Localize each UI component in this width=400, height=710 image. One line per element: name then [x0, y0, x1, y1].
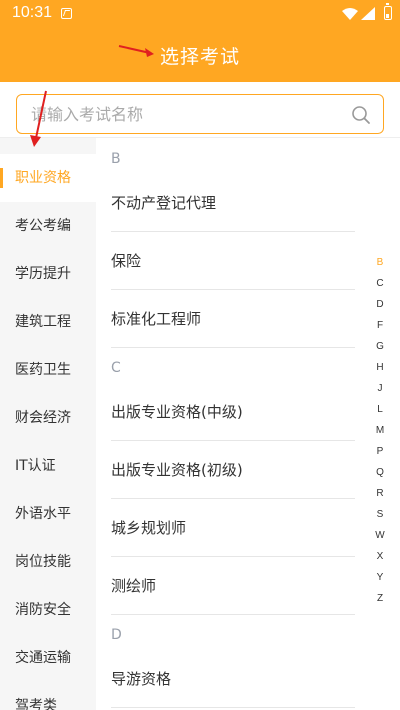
index-letter-r[interactable]: R	[370, 483, 390, 504]
sidebar-item-label: 消防安全	[15, 602, 71, 618]
list-item[interactable]: 导游资格	[111, 650, 355, 708]
sidebar-item-it-cert[interactable]: IT认证	[0, 442, 96, 490]
exam-list: B 不动产登记代理 保险 标准化工程师 C 出版专业资格(中级) 出版专业资格(…	[96, 138, 400, 710]
search-input[interactable]	[31, 103, 351, 125]
sidebar-item-foreign-language[interactable]: 外语水平	[0, 490, 96, 538]
index-letter-q[interactable]: Q	[370, 462, 390, 483]
index-letter-g[interactable]: G	[370, 336, 390, 357]
list-item[interactable]: 标准化工程师	[111, 290, 355, 348]
list-item[interactable]: 不动产登记代理	[111, 174, 355, 232]
section-header-b: B	[111, 151, 121, 167]
list-item[interactable]: 测绘师	[111, 557, 355, 615]
page-title: 选择考试	[159, 46, 240, 68]
sidebar-item-professional-qualification[interactable]: 职业资格	[0, 154, 96, 202]
index-letter-b[interactable]: B	[370, 252, 390, 273]
list-item[interactable]: 城乡规划师	[111, 499, 355, 557]
index-letter-c[interactable]: C	[370, 273, 390, 294]
category-sidebar: 职业资格 考公考编 学历提升 建筑工程 医药卫生 财会经济 IT认证 外语水平 …	[0, 138, 96, 710]
sidebar-item-driving-test[interactable]: 驾考类	[0, 682, 96, 710]
sidebar-item-transportation[interactable]: 交通运输	[0, 634, 96, 682]
search-bar	[0, 82, 400, 138]
sidebar-item-label: 医药卫生	[15, 362, 71, 378]
alphabet-index: B C D F G H J L M P Q R S W X Y Z	[370, 252, 390, 609]
sidebar-item-label: IT认证	[15, 458, 56, 474]
sidebar-item-label: 交通运输	[15, 650, 71, 666]
index-letter-j[interactable]: J	[370, 378, 390, 399]
index-letter-x[interactable]: X	[370, 546, 390, 567]
sidebar-item-label: 岗位技能	[15, 554, 71, 570]
sidebar-item-label: 驾考类	[15, 698, 57, 710]
notification-icon	[61, 8, 72, 19]
signal-icon	[361, 7, 375, 20]
search-icon[interactable]	[351, 105, 371, 125]
list-item[interactable]: 出版专业资格(中级)	[111, 383, 355, 441]
index-letter-w[interactable]: W	[370, 525, 390, 546]
section-header-c: C	[111, 360, 121, 376]
index-letter-l[interactable]: L	[370, 399, 390, 420]
list-item[interactable]: 出版专业资格(初级)	[111, 441, 355, 499]
sidebar-item-fire-safety[interactable]: 消防安全	[0, 586, 96, 634]
sidebar-item-construction[interactable]: 建筑工程	[0, 298, 96, 346]
sidebar-item-civil-service[interactable]: 考公考编	[0, 202, 96, 250]
sidebar-item-label: 外语水平	[15, 506, 71, 522]
sidebar-item-finance[interactable]: 财会经济	[0, 394, 96, 442]
index-letter-y[interactable]: Y	[370, 567, 390, 588]
sidebar-item-label: 考公考编	[15, 218, 71, 234]
sidebar-item-label: 职业资格	[15, 170, 71, 186]
status-bar: 10:31	[0, 0, 400, 28]
index-letter-z[interactable]: Z	[370, 588, 390, 609]
index-letter-f[interactable]: F	[370, 315, 390, 336]
app-header: 10:31 选择考试	[0, 0, 400, 82]
wifi-icon	[342, 8, 358, 20]
battery-icon	[384, 3, 392, 20]
sidebar-item-label: 学历提升	[15, 266, 71, 282]
index-letter-d[interactable]: D	[370, 294, 390, 315]
status-time: 10:31	[12, 4, 53, 21]
index-letter-s[interactable]: S	[370, 504, 390, 525]
section-header-d: D	[111, 627, 122, 643]
list-item[interactable]: 保险	[111, 232, 355, 290]
index-letter-h[interactable]: H	[370, 357, 390, 378]
sidebar-item-label: 建筑工程	[15, 314, 71, 330]
sidebar-item-job-skills[interactable]: 岗位技能	[0, 538, 96, 586]
search-field[interactable]	[16, 94, 384, 134]
sidebar-item-label: 财会经济	[15, 410, 71, 426]
sidebar-item-education[interactable]: 学历提升	[0, 250, 96, 298]
annotation-arrow-icon	[30, 90, 47, 147]
sidebar-item-medical[interactable]: 医药卫生	[0, 346, 96, 394]
index-letter-m[interactable]: M	[370, 420, 390, 441]
index-letter-p[interactable]: P	[370, 441, 390, 462]
